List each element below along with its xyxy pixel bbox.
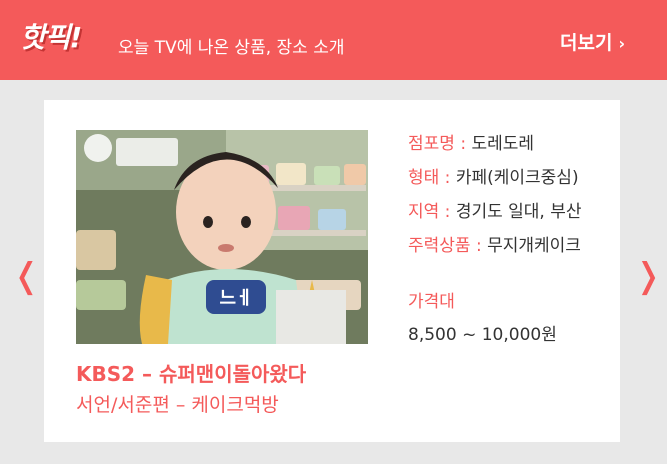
thumbnail-caption: 느ㅔ (219, 288, 252, 309)
info-value: 도레도레 (471, 134, 535, 154)
product-card[interactable]: 느ㅔ 점포명 : 도레도레 형태 : 카페(케이크중심) 지역 : 경기도 일대… (44, 100, 620, 442)
info-row-region: 지역 : 경기도 일대, 부산 (408, 195, 582, 229)
info-value: 경기도 일대, 부산 (455, 202, 582, 222)
chevron-right-icon: › (618, 34, 626, 53)
hotpick-logo[interactable]: 핫픽! (20, 16, 82, 56)
next-arrow-button[interactable]: ❭ (634, 256, 663, 296)
show-title-link[interactable]: KBS2 – 슈퍼맨이돌아왔다 (76, 358, 306, 387)
price-value: 8,500 ~ 10,000원 (408, 325, 557, 345)
tv-thumbnail-image[interactable]: 느ㅔ (76, 130, 368, 344)
header-bar: 핫픽! 오늘 TV에 나온 상품, 장소 소개 더보기 › (0, 0, 667, 80)
store-info: 점포명 : 도레도레 형태 : 카페(케이크중심) 지역 : 경기도 일대, 부… (408, 127, 582, 263)
info-key: 주력상품 : (408, 236, 482, 256)
header-tagline: 오늘 TV에 나온 상품, 장소 소개 (118, 38, 345, 58)
info-key: 점포명 : (408, 134, 467, 154)
chevron-right-icon: ❭ (634, 256, 663, 296)
prev-arrow-button[interactable]: ❬ (12, 256, 41, 296)
info-value: 무지개케이크 (487, 236, 581, 256)
info-row-product: 주력상품 : 무지개케이크 (408, 229, 582, 263)
info-key: 지역 : (408, 202, 451, 222)
info-key: 형태 : (408, 168, 451, 188)
info-row-type: 형태 : 카페(케이크중심) (408, 161, 582, 195)
chevron-left-icon: ❬ (12, 256, 41, 296)
price-label: 가격대 (408, 292, 455, 312)
show-subtitle-link[interactable]: 서언/서준편 – 케이크먹방 (76, 390, 279, 417)
tv-screenshot-illustration: 느ㅔ (76, 130, 368, 344)
more-button-label: 더보기 (560, 32, 613, 54)
info-value: 카페(케이크중심) (455, 168, 579, 188)
more-button[interactable]: 더보기 › (560, 28, 625, 55)
info-row-store: 점포명 : 도레도레 (408, 127, 582, 161)
